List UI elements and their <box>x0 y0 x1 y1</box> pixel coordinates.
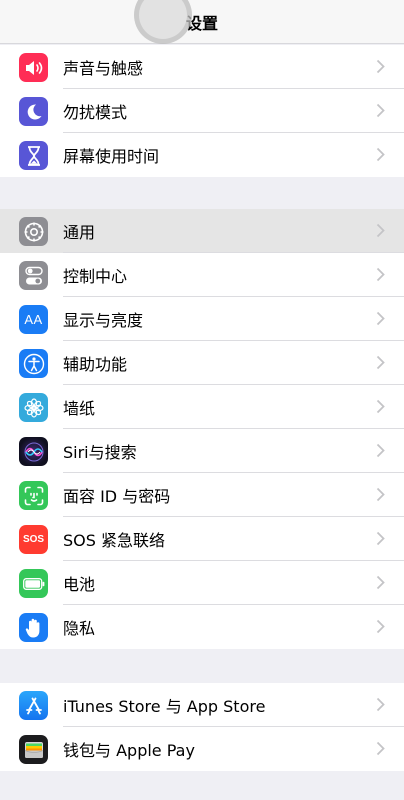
chevron-right-icon <box>376 59 385 74</box>
hand-icon <box>19 613 48 642</box>
row-general[interactable]: 通用 <box>0 209 404 253</box>
row-wallpaper[interactable]: 墙纸 <box>0 385 404 429</box>
flower-icon <box>19 393 48 422</box>
chevron-right-icon <box>376 741 385 756</box>
chevron-right-icon <box>376 443 385 458</box>
row-emergency-sos[interactable]: SOS SOS 紧急联络 <box>0 517 404 561</box>
siri-icon <box>19 437 48 466</box>
row-screen-time[interactable]: 屏幕使用时间 <box>0 133 404 177</box>
row-do-not-disturb[interactable]: 勿扰模式 <box>0 89 404 133</box>
row-sounds-haptics[interactable]: 声音与触感 <box>0 45 404 89</box>
speaker-icon <box>19 53 48 82</box>
accessibility-icon <box>19 349 48 378</box>
hourglass-icon <box>19 141 48 170</box>
row-label: 通用 <box>63 223 96 242</box>
gear-icon <box>19 217 48 246</box>
face-id-icon <box>19 481 48 510</box>
row-label: 辅助功能 <box>63 355 128 374</box>
battery-icon <box>19 569 48 598</box>
row-display-brightness[interactable]: AA 显示与亮度 <box>0 297 404 341</box>
chevron-right-icon <box>376 575 385 590</box>
row-label: 控制中心 <box>63 267 128 286</box>
settings-group-1: 声音与触感 勿扰模式 屏幕使用时间 <box>0 45 404 177</box>
row-face-id-passcode[interactable]: 面容 ID 与密码 <box>0 473 404 517</box>
row-label: 显示与亮度 <box>63 311 144 330</box>
row-label: 勿扰模式 <box>63 103 128 122</box>
row-control-center[interactable]: 控制中心 <box>0 253 404 297</box>
chevron-right-icon <box>376 399 385 414</box>
row-privacy[interactable]: 隐私 <box>0 605 404 649</box>
moon-icon <box>19 97 48 126</box>
chevron-right-icon <box>376 531 385 546</box>
navigation-bar: 设置 <box>0 0 404 44</box>
row-label: 声音与触感 <box>63 59 144 78</box>
row-label: 电池 <box>63 575 96 594</box>
app-store-icon <box>19 691 48 720</box>
chevron-right-icon <box>376 487 385 502</box>
sos-icon: SOS <box>19 525 48 554</box>
chevron-right-icon <box>376 355 385 370</box>
row-itunes-app-store[interactable]: iTunes Store 与 App Store <box>0 683 404 727</box>
toggles-icon <box>19 261 48 290</box>
wallet-icon <box>19 735 48 764</box>
row-label: 钱包与 Apple Pay <box>63 741 195 760</box>
row-accessibility[interactable]: 辅助功能 <box>0 341 404 385</box>
row-label: 墙纸 <box>63 399 96 418</box>
row-label: SOS 紧急联络 <box>63 531 165 550</box>
chevron-right-icon <box>376 103 385 118</box>
row-label: 屏幕使用时间 <box>63 147 160 166</box>
row-wallet-apple-pay[interactable]: 钱包与 Apple Pay <box>0 727 404 771</box>
touch-indicator <box>134 0 192 44</box>
chevron-right-icon <box>376 311 385 326</box>
row-label: iTunes Store 与 App Store <box>63 697 266 716</box>
text-size-icon: AA <box>19 305 48 334</box>
chevron-right-icon <box>376 267 385 282</box>
chevron-right-icon <box>376 223 385 238</box>
chevron-right-icon <box>376 147 385 162</box>
chevron-right-icon <box>376 697 385 712</box>
chevron-right-icon <box>376 619 385 634</box>
row-siri-search[interactable]: Siri与搜索 <box>0 429 404 473</box>
row-label: 隐私 <box>63 619 96 638</box>
row-battery[interactable]: 电池 <box>0 561 404 605</box>
settings-group-2: 通用 控制中心 AA 显示与亮度 辅助功能 墙纸 Siri与搜索 面容 ID 与… <box>0 209 404 649</box>
row-label: 面容 ID 与密码 <box>63 487 171 506</box>
row-label: Siri与搜索 <box>63 443 137 462</box>
settings-group-3: iTunes Store 与 App Store 钱包与 Apple Pay <box>0 683 404 771</box>
